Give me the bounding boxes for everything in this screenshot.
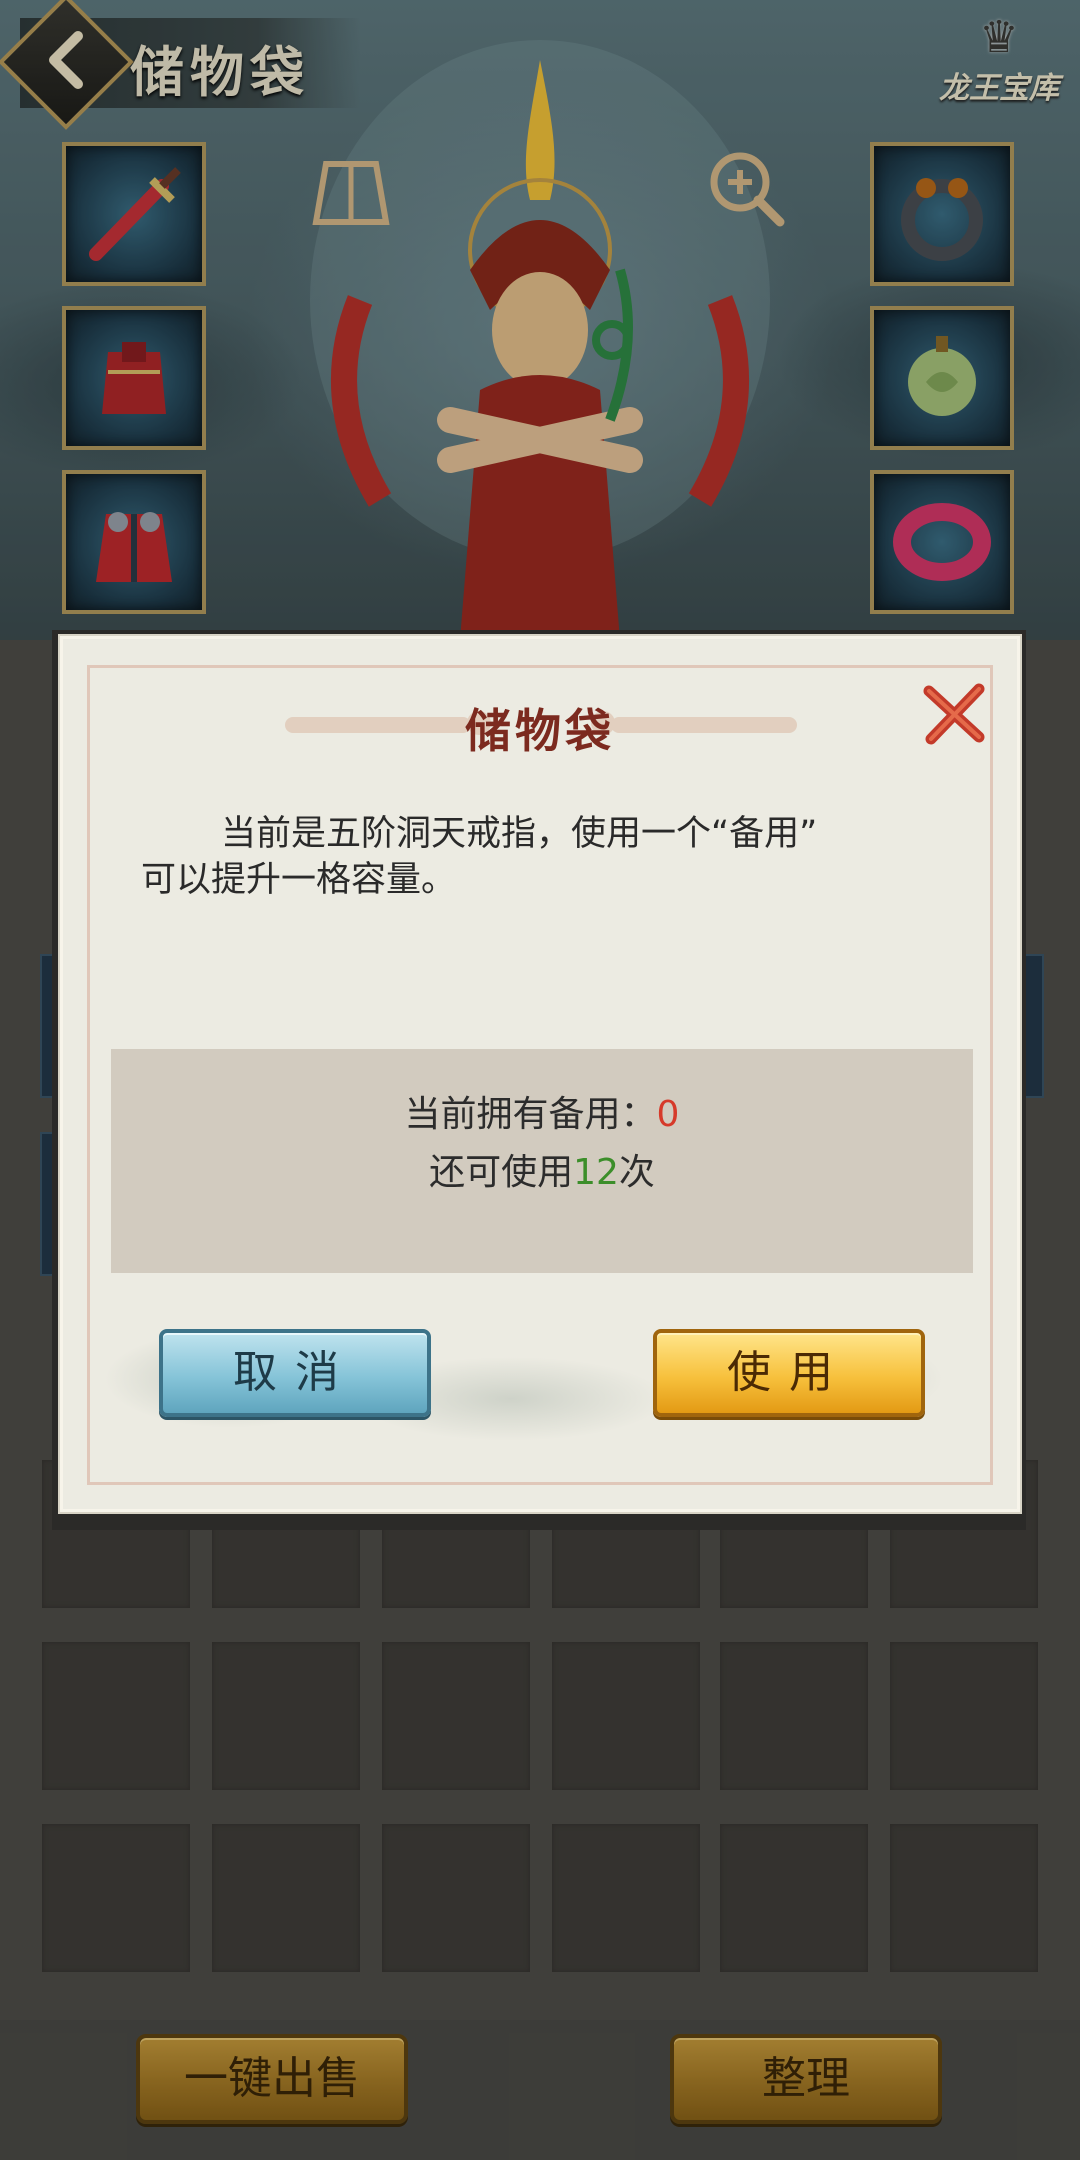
- remaining-uses-line: 还可使用12次: [111, 1143, 973, 1195]
- description-line-2: 可以提升一格容量。: [141, 860, 457, 900]
- close-icon[interactable]: [919, 679, 989, 749]
- remaining-value: 12: [573, 1152, 619, 1193]
- dialog-title: 储物袋: [465, 704, 615, 758]
- info-box: 当前拥有备用：0 还可使用12次: [111, 1049, 973, 1273]
- dialog-description: 当前是五阶洞天戒指，使用一个“备用” 可以提升一格容量。: [141, 811, 961, 903]
- remaining-suffix: 次: [618, 1152, 655, 1193]
- owned-value: 0: [656, 1094, 680, 1135]
- cancel-button[interactable]: 取消: [159, 1329, 431, 1417]
- remaining-prefix: 还可使用: [429, 1152, 574, 1193]
- storage-upgrade-dialog: 储物袋 当前是五阶洞天戒指，使用一个“备用” 可以提升一格容量。 当前拥有备用：…: [60, 636, 1020, 1512]
- owned-label: 当前拥有备用：: [404, 1094, 657, 1135]
- description-line-1: 当前是五阶洞天戒指，使用一个“备用”: [221, 814, 818, 854]
- use-button[interactable]: 使用: [653, 1329, 925, 1417]
- owned-count-line: 当前拥有备用：0: [111, 1085, 973, 1137]
